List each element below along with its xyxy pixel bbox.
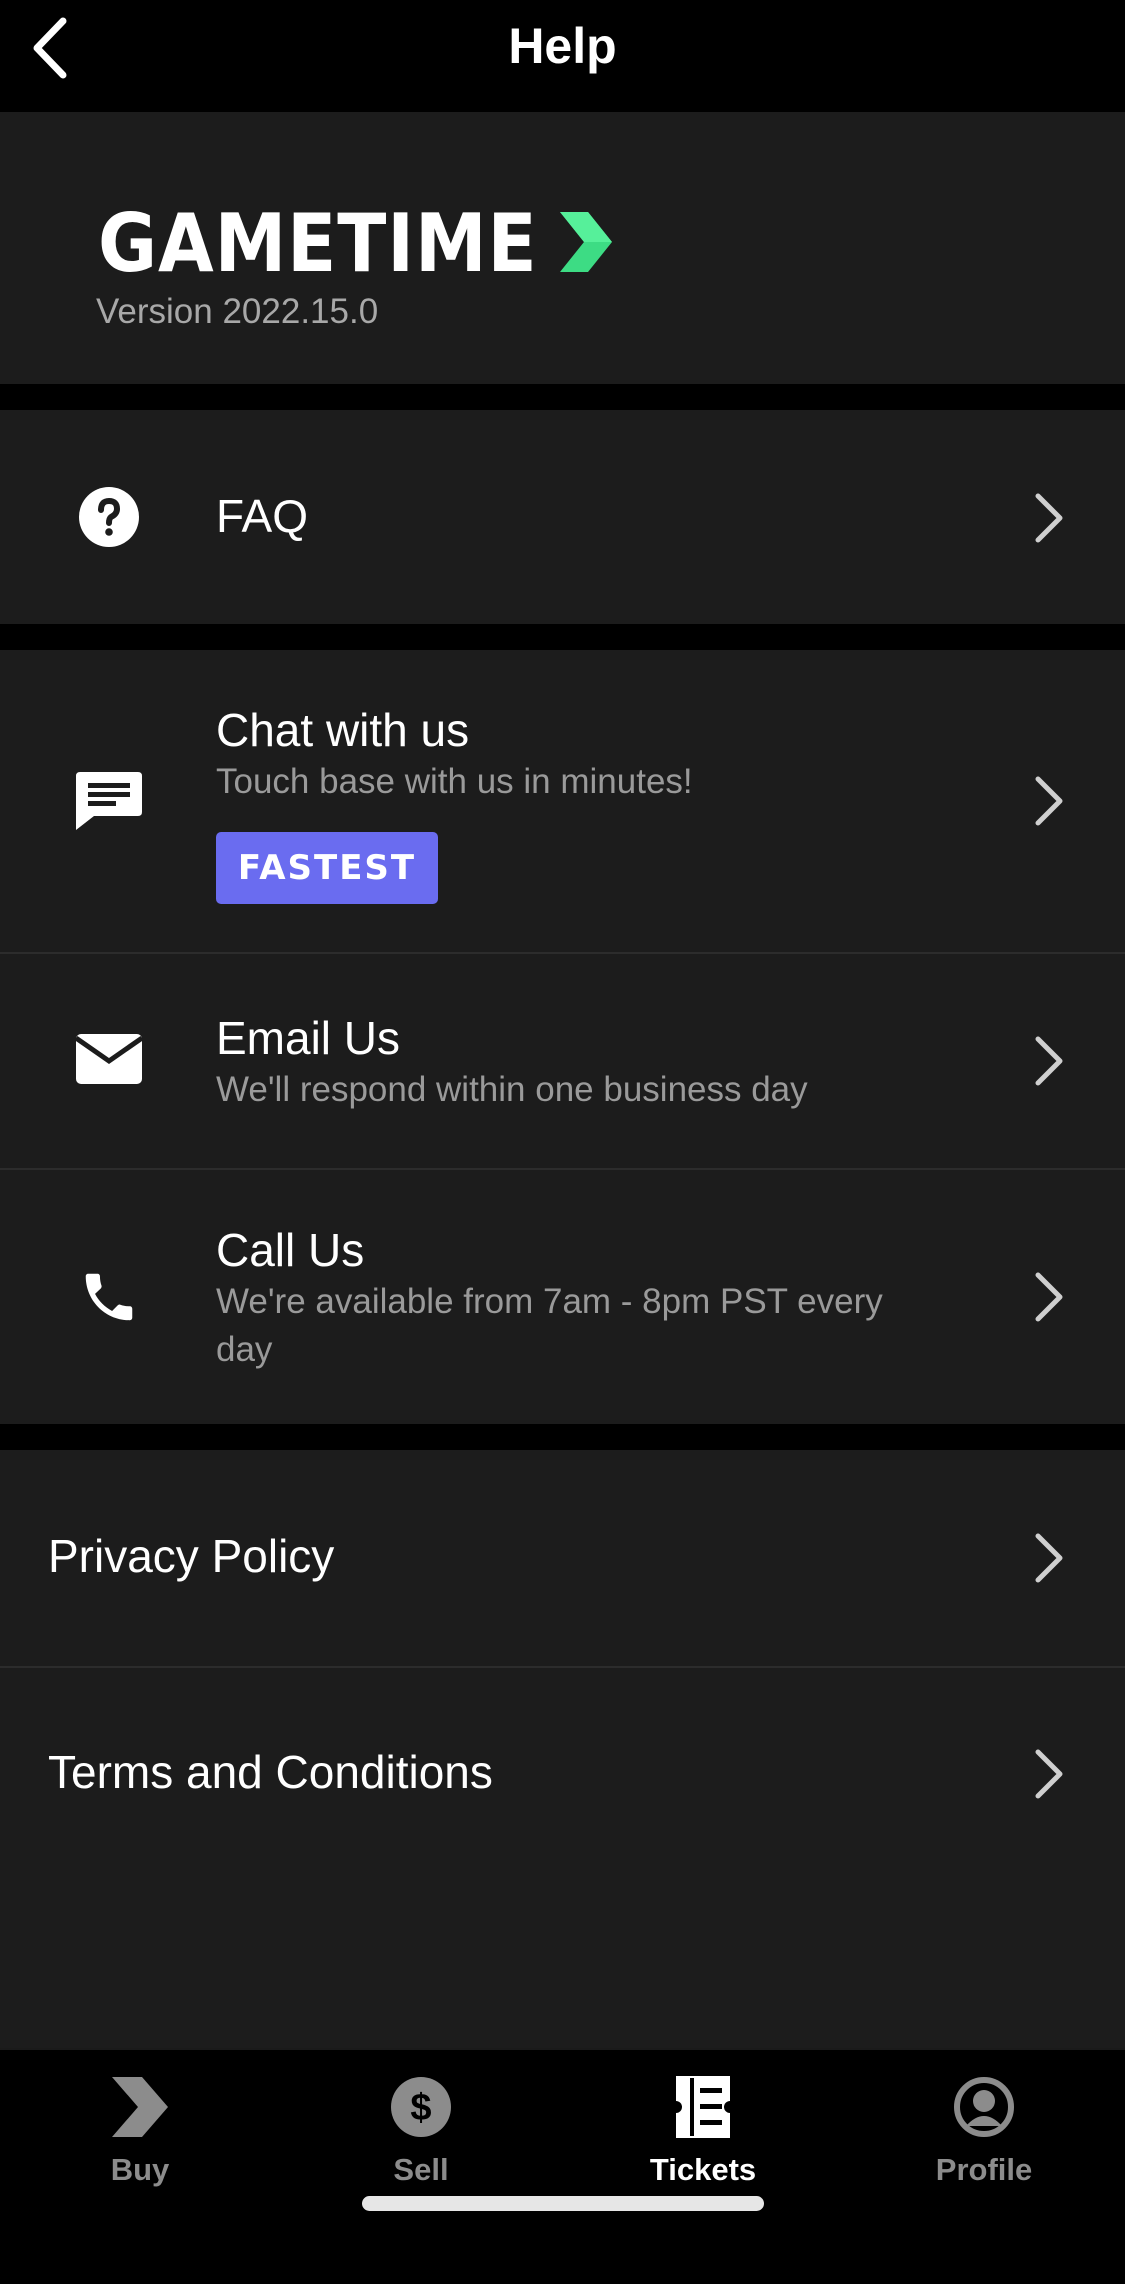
faq-panel: FAQ	[0, 410, 1125, 624]
app-version: Version 2022.15.0	[96, 292, 379, 331]
chevron-right-icon	[1029, 1528, 1069, 1588]
gametime-arrow-icon	[558, 210, 614, 279]
tab-label: Buy	[110, 2152, 170, 2187]
call-title: Call Us	[216, 1224, 365, 1276]
tab-sell[interactable]: $ Sell	[321, 2072, 521, 2212]
chat-bubble-icon	[74, 766, 144, 836]
home-indicator	[362, 2196, 764, 2211]
tab-tickets[interactable]: Tickets	[603, 2072, 803, 2212]
chevron-right-icon	[1029, 1031, 1069, 1091]
tab-bar: Buy $ Sell Tickets Profile	[0, 2048, 1125, 2284]
tab-profile[interactable]: Profile	[884, 2072, 1084, 2212]
page-title: Help	[508, 18, 617, 74]
question-circle-icon	[74, 482, 144, 552]
tab-label: Tickets	[649, 2152, 757, 2187]
chevron-right-icon	[1029, 1267, 1069, 1327]
phone-icon	[74, 1262, 144, 1332]
dollar-circle-icon: $	[386, 2072, 456, 2142]
terms-label: Terms and Conditions	[48, 1746, 493, 1798]
tab-buy[interactable]: Buy	[40, 2072, 240, 2212]
gametime-chevron-icon	[105, 2072, 175, 2142]
call-row[interactable]: Call Us We're available from 7am - 8pm P…	[0, 1170, 1125, 1424]
chat-title: Chat with us	[216, 704, 470, 756]
chevron-right-icon	[1029, 488, 1069, 548]
tab-label: Profile	[935, 2152, 1033, 2187]
email-subtitle: We'll respond within one business day	[216, 1070, 808, 1109]
call-subtitle: We're available from 7am - 8pm PST every…	[216, 1282, 883, 1369]
legal-panel: Privacy Policy Terms and Conditions	[0, 1450, 1125, 2048]
ticket-icon	[668, 2072, 738, 2142]
privacy-policy-label: Privacy Policy	[48, 1530, 335, 1582]
header-bar: Help	[0, 0, 1125, 112]
profile-circle-icon	[949, 2072, 1019, 2142]
help-screen: Help GAMETIME Version 2022.15.0 FAQ Chat…	[0, 0, 1125, 2284]
logo-text: GAMETIME	[98, 197, 538, 290]
tab-label: Sell	[393, 2152, 449, 2187]
fastest-badge: FASTEST	[216, 832, 438, 904]
envelope-icon	[74, 1024, 144, 1094]
contact-panel: Chat with us Touch base with us in minut…	[0, 650, 1125, 1424]
brand-panel: GAMETIME Version 2022.15.0	[0, 112, 1125, 384]
gametime-logo: GAMETIME	[98, 204, 614, 284]
faq-row[interactable]: FAQ	[0, 410, 1125, 624]
chat-row[interactable]: Chat with us Touch base with us in minut…	[0, 650, 1125, 952]
faq-label: FAQ	[216, 490, 309, 542]
privacy-policy-row[interactable]: Privacy Policy	[0, 1450, 1125, 1666]
chat-subtitle: Touch base with us in minutes!	[216, 762, 693, 801]
chevron-right-icon	[1029, 771, 1069, 831]
chevron-right-icon	[1029, 1744, 1069, 1804]
email-title: Email Us	[216, 1012, 401, 1064]
email-row[interactable]: Email Us We'll respond within one busine…	[0, 954, 1125, 1168]
terms-row[interactable]: Terms and Conditions	[0, 1668, 1125, 1884]
svg-text:$: $	[410, 2087, 431, 2129]
